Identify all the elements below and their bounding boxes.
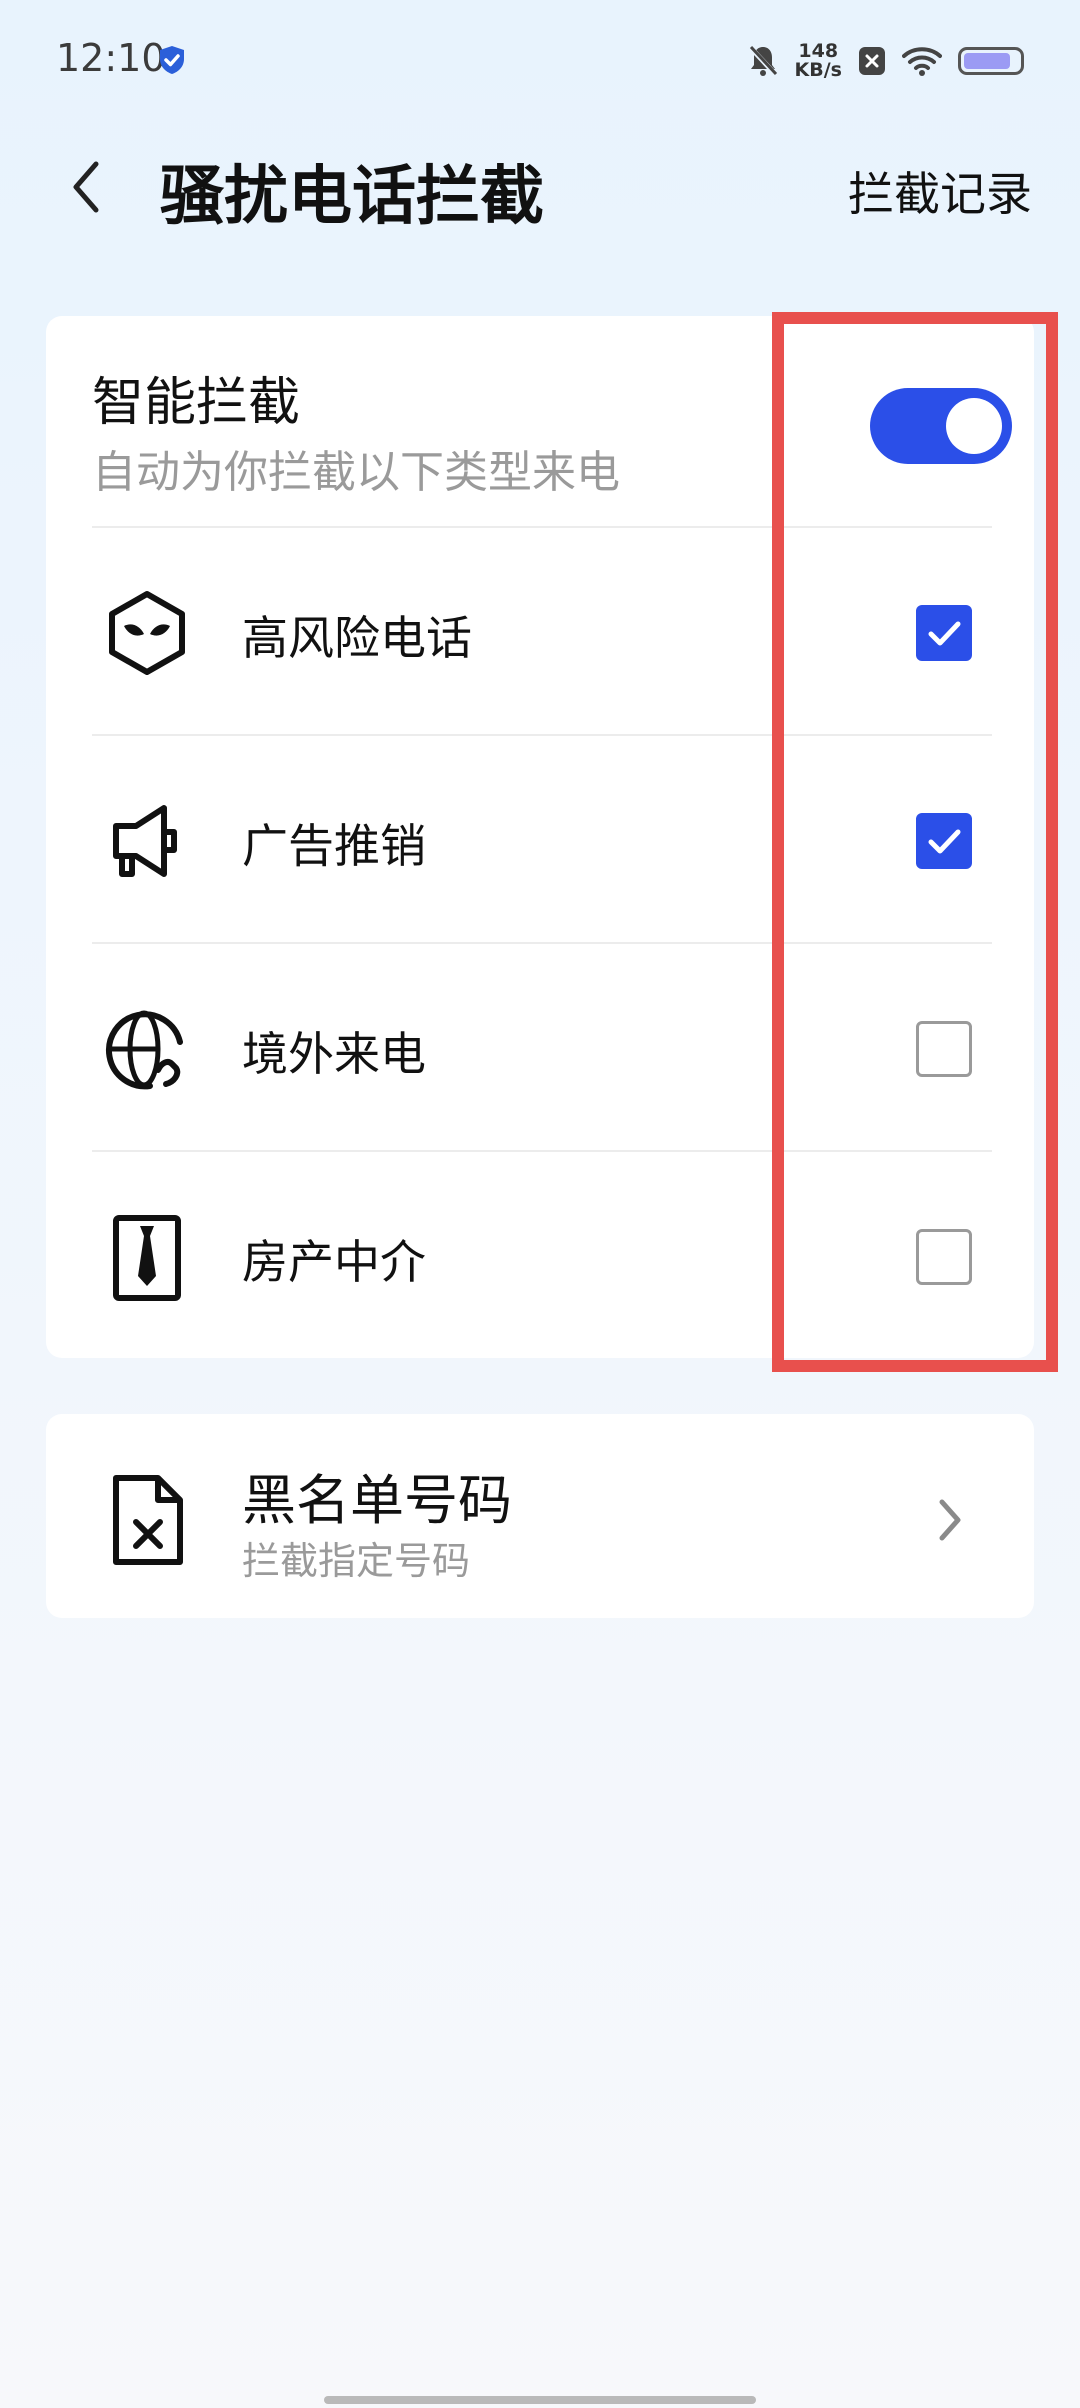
page-title: 骚扰电话拦截 <box>160 160 544 234</box>
check-icon <box>928 829 961 854</box>
chevron-right-icon <box>939 1499 961 1541</box>
blacklist-card[interactable]: 黑名单号码 拦截指定号码 <box>46 1414 1034 1618</box>
header: 骚扰电话拦截 拦截记录 <box>0 130 1080 240</box>
status-time: 12:10 <box>56 36 166 80</box>
category-checkbox-ads[interactable] <box>916 813 972 869</box>
category-row-high-risk[interactable]: 高风险电话 <box>46 528 1034 736</box>
category-checkbox-high-risk[interactable] <box>916 605 972 661</box>
masked-face-hexagon-icon <box>109 591 185 675</box>
toggle-knob <box>946 398 1002 454</box>
category-row-ads[interactable]: 广告推销 <box>46 736 1034 944</box>
smart-block-card: 智能拦截 自动为你拦截以下类型来电 高风险电话 广告推销 境外来电 房产中介 <box>46 316 1034 1358</box>
block-records-button[interactable]: 拦截记录 <box>848 158 1032 224</box>
net-speed-unit: KB/s <box>794 59 842 81</box>
file-x-icon <box>113 1475 183 1565</box>
category-row-overseas[interactable]: 境外来电 <box>46 944 1034 1152</box>
necktie-badge-icon <box>113 1215 181 1301</box>
category-checkbox-overseas[interactable] <box>916 1021 972 1077</box>
smart-block-title: 智能拦截 <box>92 373 301 433</box>
globe-phone-icon <box>106 1010 183 1090</box>
category-label: 广告推销 <box>242 819 426 873</box>
status-bar: 12:10 148 KB/s <box>0 0 1080 130</box>
close-box-icon <box>859 47 885 75</box>
category-checkbox-real-estate[interactable] <box>916 1229 972 1285</box>
check-icon <box>928 621 961 646</box>
category-row-real-estate[interactable]: 房产中介 <box>46 1152 1034 1360</box>
category-label: 境外来电 <box>242 1027 426 1081</box>
shield-check-icon <box>160 46 184 74</box>
megaphone-icon <box>113 805 177 877</box>
home-indicator[interactable] <box>324 2396 756 2404</box>
blacklist-subtitle: 拦截指定号码 <box>242 1539 471 1583</box>
bell-off-icon <box>747 45 778 77</box>
net-speed: 148 KB/s <box>795 42 842 80</box>
smart-block-subtitle: 自动为你拦截以下类型来电 <box>92 447 620 498</box>
category-label: 高风险电话 <box>242 611 472 665</box>
status-icons: 148 KB/s <box>747 36 1024 86</box>
smart-block-toggle[interactable] <box>870 388 1012 464</box>
wifi-icon <box>902 47 942 76</box>
blacklist-title: 黑名单号码 <box>242 1469 512 1532</box>
category-label: 房产中介 <box>242 1235 426 1289</box>
chevron-left-icon[interactable] <box>66 152 106 222</box>
battery-icon <box>958 47 1024 75</box>
